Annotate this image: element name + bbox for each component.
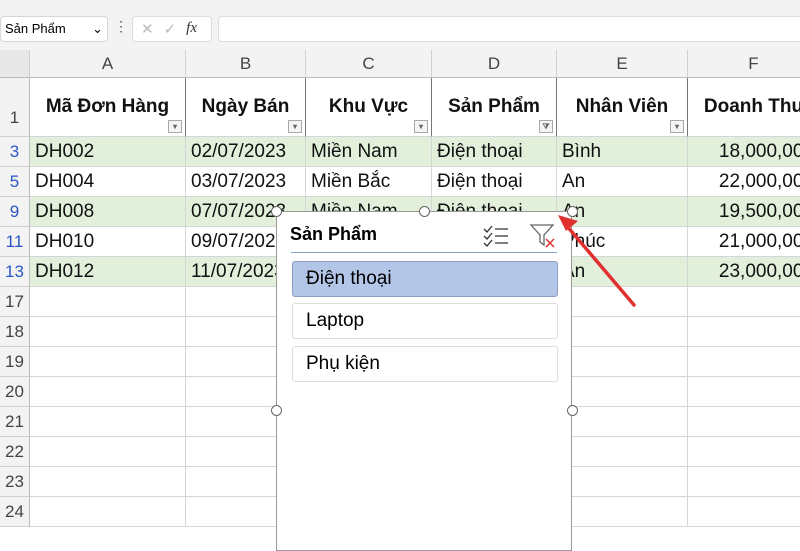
slicer-item-dien-thoai[interactable]: Điện thoại [292, 261, 558, 297]
header-label: Sản Phẩm [448, 96, 540, 117]
row-header[interactable]: 22 [0, 437, 30, 467]
slicer-san-pham[interactable]: Sản Phẩm Điện thoại Laptop Phụ kiện [276, 211, 572, 551]
cancel-icon[interactable]: ✕ [141, 20, 154, 38]
row-header[interactable]: 13 [0, 257, 30, 287]
header-cell: Nhân Viên ▾ [557, 78, 688, 137]
slicer-title: Sản Phẩm [290, 224, 378, 244]
empty-cell[interactable] [30, 497, 186, 527]
row-header[interactable]: 20 [0, 377, 30, 407]
annotation-arrow [558, 215, 636, 307]
row-header[interactable]: 19 [0, 347, 30, 377]
row-header[interactable]: 1 [0, 78, 30, 137]
filter-active-icon[interactable]: ⧩ [539, 120, 553, 133]
row-header[interactable]: 18 [0, 317, 30, 347]
table-cell[interactable]: Miền Nam [306, 137, 432, 167]
filter-dropdown-icon[interactable]: ▾ [168, 120, 182, 133]
column-header-F[interactable]: F [688, 50, 800, 78]
table-cell[interactable]: DH004 [30, 167, 186, 197]
empty-cell[interactable] [30, 287, 186, 317]
table-cell[interactable]: DH012 [30, 257, 186, 287]
fx-icon[interactable]: fx [186, 20, 197, 38]
table-cell[interactable]: DH010 [30, 227, 186, 257]
empty-cell[interactable] [30, 317, 186, 347]
empty-cell[interactable] [30, 437, 186, 467]
table-cell[interactable]: 03/07/2023 [186, 167, 306, 197]
table-cell[interactable]: 19,500,000 [688, 197, 800, 227]
resize-handle[interactable] [567, 405, 578, 416]
slicer-item-laptop[interactable]: Laptop [292, 303, 558, 339]
empty-cell[interactable] [688, 407, 800, 437]
empty-cell[interactable] [557, 497, 688, 527]
header-label: Khu Vực [328, 96, 409, 117]
slicer-item-phu-kien[interactable]: Phụ kiện [292, 346, 558, 382]
table-cell[interactable]: 21,000,000 [688, 227, 800, 257]
row-header[interactable]: 24 [0, 497, 30, 527]
empty-cell[interactable] [688, 317, 800, 347]
table-cell[interactable]: 18,000,000 [688, 137, 800, 167]
empty-cell[interactable] [688, 467, 800, 497]
header-cell: Ngày Bán ▾ [186, 78, 306, 137]
header-label: Doanh Thu [703, 96, 800, 117]
chevron-down-icon[interactable]: ⌄ [92, 21, 103, 37]
row-header[interactable]: 23 [0, 467, 30, 497]
header-cell: Doanh Thu [688, 78, 800, 137]
table-cell[interactable]: Điện thoại [432, 167, 557, 197]
header-cell: Khu Vực ▾ [306, 78, 432, 137]
formula-buttons: ✕ ✓ fx [132, 16, 212, 42]
row-header[interactable]: 17 [0, 287, 30, 317]
table-cell[interactable]: An [557, 167, 688, 197]
row-header[interactable]: 5 [0, 167, 30, 197]
empty-cell[interactable] [557, 317, 688, 347]
empty-cell[interactable] [30, 467, 186, 497]
filter-dropdown-icon[interactable]: ▾ [288, 120, 302, 133]
table-cell[interactable]: 02/07/2023 [186, 137, 306, 167]
empty-cell[interactable] [557, 467, 688, 497]
formula-bar-area: Sản Phẩm ⌄ ⋮ ✕ ✓ fx [0, 0, 800, 50]
resize-handle[interactable] [419, 206, 430, 217]
column-header-D[interactable]: D [432, 50, 557, 78]
row-header[interactable]: 11 [0, 227, 30, 257]
more-options-icon[interactable]: ⋮ [114, 18, 128, 35]
column-header-E[interactable]: E [557, 50, 688, 78]
empty-cell[interactable] [30, 347, 186, 377]
empty-cell[interactable] [688, 497, 800, 527]
empty-cell[interactable] [30, 377, 186, 407]
column-header-C[interactable]: C [306, 50, 432, 78]
table-cell[interactable]: DH002 [30, 137, 186, 167]
row-header[interactable]: 21 [0, 407, 30, 437]
filter-dropdown-icon[interactable]: ▾ [414, 120, 428, 133]
header-label: Ngày Bán [201, 96, 290, 117]
empty-cell[interactable] [30, 407, 186, 437]
header-label: Nhân Viên [575, 96, 669, 117]
filter-dropdown-icon[interactable]: ▾ [670, 120, 684, 133]
resize-handle[interactable] [271, 405, 282, 416]
empty-cell[interactable] [688, 377, 800, 407]
name-box[interactable]: Sản Phẩm ⌄ [0, 16, 108, 42]
empty-cell[interactable] [688, 287, 800, 317]
row-header[interactable]: 9 [0, 197, 30, 227]
formula-input[interactable] [218, 16, 800, 42]
table-cell[interactable]: DH008 [30, 197, 186, 227]
table-cell[interactable]: 22,000,000 [688, 167, 800, 197]
select-all-corner[interactable] [0, 50, 30, 78]
resize-handle[interactable] [271, 206, 282, 217]
empty-cell[interactable] [557, 347, 688, 377]
slicer-divider [291, 252, 557, 253]
empty-cell[interactable] [557, 437, 688, 467]
header-label: Mã Đơn Hàng [45, 96, 170, 117]
column-header-B[interactable]: B [186, 50, 306, 78]
enter-icon[interactable]: ✓ [164, 20, 177, 38]
table-cell[interactable]: Miền Bắc [306, 167, 432, 197]
empty-cell[interactable] [557, 377, 688, 407]
table-cell[interactable]: Bình [557, 137, 688, 167]
row-header[interactable]: 3 [0, 137, 30, 167]
column-header-A[interactable]: A [30, 50, 186, 78]
header-cell: Mã Đơn Hàng ▾ [30, 78, 186, 137]
empty-cell[interactable] [688, 347, 800, 377]
table-cell[interactable]: Điện thoại [432, 137, 557, 167]
empty-cell[interactable] [688, 437, 800, 467]
multi-select-icon[interactable] [482, 224, 510, 248]
header-cell: Sản Phẩm ⧩ [432, 78, 557, 137]
table-cell[interactable]: 23,000,000 [688, 257, 800, 287]
